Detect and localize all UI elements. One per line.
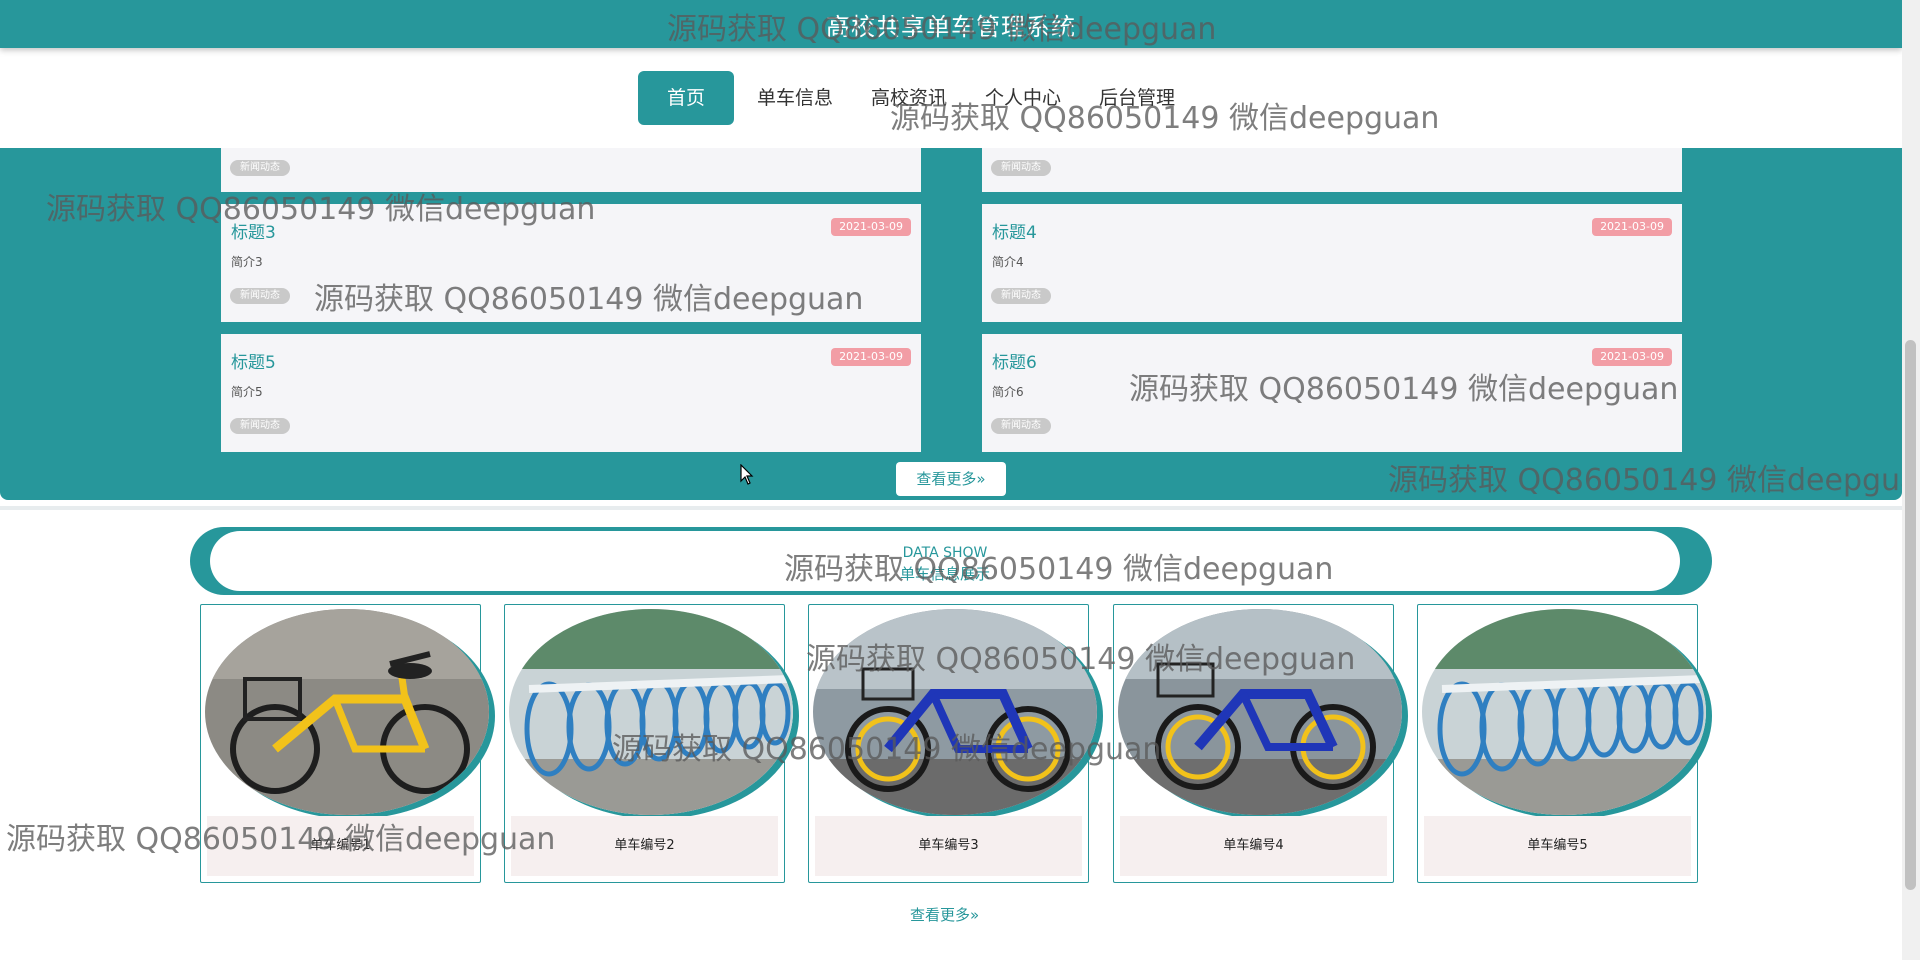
bike-card[interactable]: 单车编号5 xyxy=(1417,604,1706,883)
nav-item-bike-info[interactable]: 单车信息 xyxy=(742,71,848,125)
news-intro: 简介5 xyxy=(231,385,263,399)
bike-more-link[interactable]: 查看更多» xyxy=(910,904,979,925)
bike-image[interactable] xyxy=(205,609,489,815)
mouse-cursor-icon xyxy=(740,464,754,485)
bike-image[interactable] xyxy=(1422,609,1706,815)
watermark: 源码获取 QQ86050149 微信deepguan xyxy=(314,282,864,317)
news-date-badge: 2021-03-09 xyxy=(1592,218,1672,236)
news-tag: 新闻动态 xyxy=(230,418,290,434)
nav-item-label: 首页 xyxy=(666,87,705,109)
news-title[interactable]: 标题4 xyxy=(992,218,1672,243)
bike-row-photo-icon xyxy=(509,609,793,815)
watermark: 源码获取 QQ86050149 微信deepguan xyxy=(46,192,596,227)
scrollbar-thumb[interactable] xyxy=(1905,340,1916,890)
news-date-badge: 2021-03-09 xyxy=(831,348,911,366)
news-more-button[interactable]: 查看更多» xyxy=(896,462,1006,496)
news-title[interactable]: 标题5 xyxy=(231,348,911,373)
watermark: 源码获取 QQ86050149 微信deepguan xyxy=(667,12,1217,47)
yellow-bike-photo-icon xyxy=(205,609,489,815)
bike-image[interactable] xyxy=(509,609,793,815)
nav-item-home[interactable]: 首页 xyxy=(638,71,734,125)
bike-name: 单车编号3 xyxy=(815,816,1082,876)
news-tag: 新闻动态 xyxy=(991,160,1051,176)
news-card[interactable]: 标题4 简介4 2021-03-09 新闻动态 xyxy=(982,204,1682,322)
news-tag: 新闻动态 xyxy=(991,418,1051,434)
watermark: 源码获取 QQ86050149 微信deepguan xyxy=(6,822,556,857)
section-divider xyxy=(0,506,1902,510)
news-intro: 简介3 xyxy=(231,255,263,269)
news-date-badge: 2021-03-09 xyxy=(831,218,911,236)
watermark: 源码获取 QQ86050149 微信deepguan xyxy=(890,101,1440,136)
news-intro: 简介4 xyxy=(992,255,1024,269)
watermark: 源码获取 QQ86050149 微信deepguan xyxy=(1388,463,1920,498)
bike-name: 单车编号5 xyxy=(1424,816,1691,876)
watermark: 源码获取 QQ86050149 微信deepguan xyxy=(1129,372,1679,407)
bike-name: 单车编号4 xyxy=(1120,816,1387,876)
news-tag: 新闻动态 xyxy=(230,288,290,304)
news-tag: 新闻动态 xyxy=(230,160,290,176)
watermark: 源码获取 QQ86050149 微信deepguan xyxy=(784,552,1334,587)
news-card[interactable]: 标题5 简介5 2021-03-09 新闻动态 xyxy=(221,334,921,452)
news-card-partial-right[interactable]: 新闻动态 xyxy=(982,148,1682,192)
page-scrollbar[interactable] xyxy=(1902,0,1920,960)
watermark: 源码获取 QQ86050149 微信deepguan xyxy=(806,642,1356,677)
watermark: 源码获取 QQ86050149 微信deepguan xyxy=(612,732,1162,767)
bike-row-photo-icon xyxy=(1422,609,1706,815)
news-tag: 新闻动态 xyxy=(991,288,1051,304)
